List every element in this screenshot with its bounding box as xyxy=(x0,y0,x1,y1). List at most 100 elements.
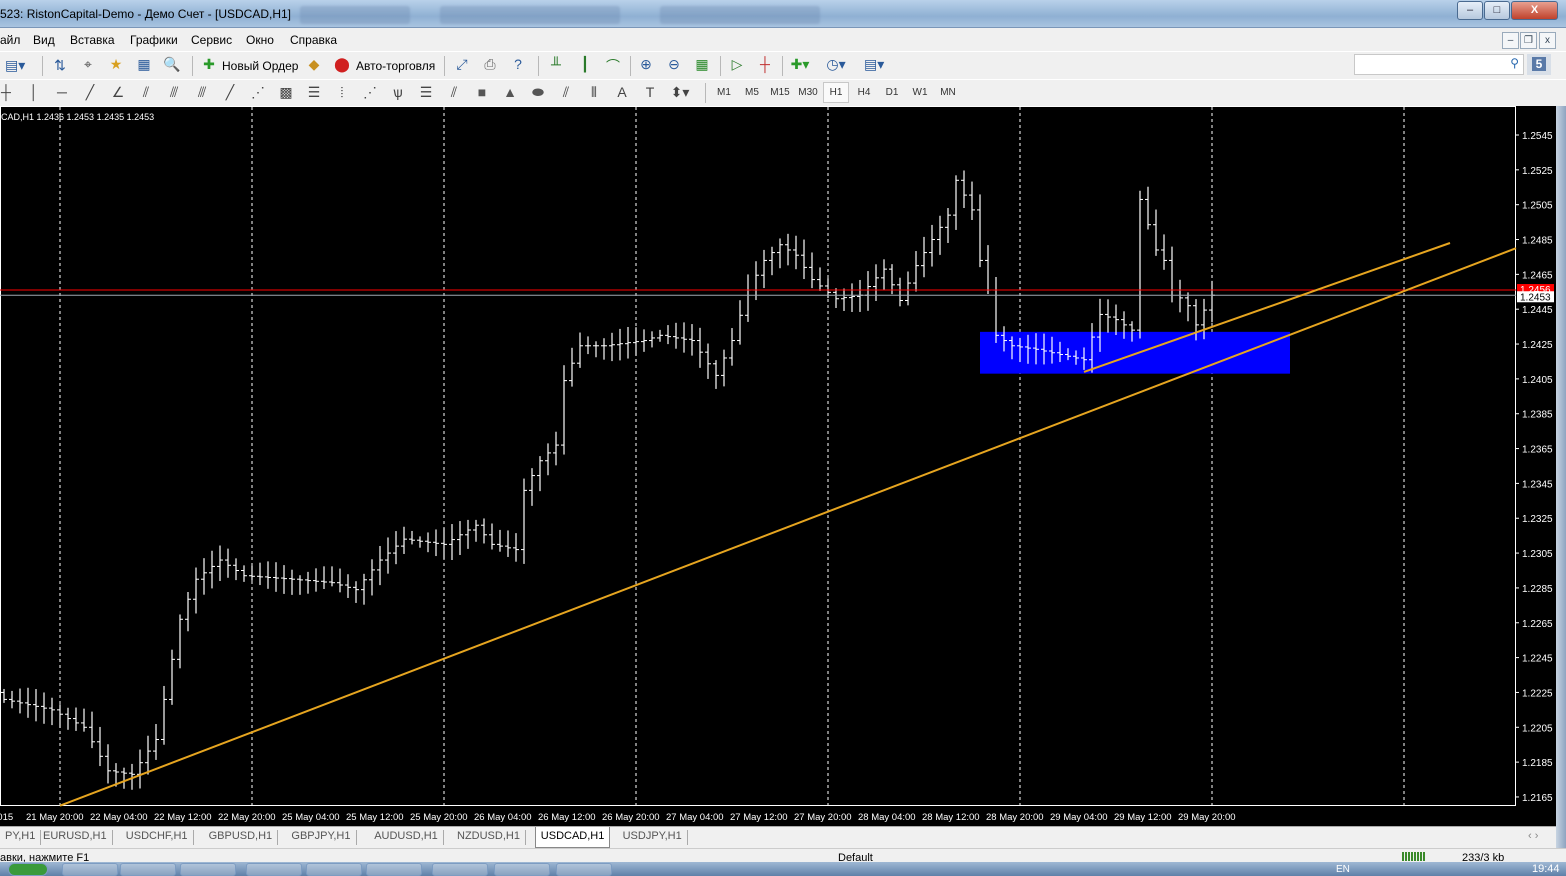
gann-grid-icon[interactable]: ▩ xyxy=(276,84,296,101)
horizontal-line-icon[interactable]: ─ xyxy=(52,84,72,100)
mdi-minimize-button[interactable]: ‒ xyxy=(1502,32,1519,49)
andrews-pitchfork-icon[interactable]: ⫽ xyxy=(556,84,576,101)
taskbar-app[interactable] xyxy=(494,863,550,876)
tile-windows-icon[interactable]: ▦ xyxy=(692,56,712,73)
search-icon[interactable]: ⚲ xyxy=(1510,56,1519,70)
zoom-out-icon[interactable]: ⊖ xyxy=(664,56,684,73)
mdi-close-button[interactable]: x xyxy=(1539,32,1556,49)
chart-tab[interactable]: PY,H1 xyxy=(0,830,42,845)
chart-tab[interactable]: AUDUSD,H1 xyxy=(369,830,444,845)
fibo-channel-icon[interactable]: ☰ xyxy=(416,84,436,101)
chart-tab[interactable]: USDJPY,H1 xyxy=(618,830,688,845)
taskbar-app-acrobat[interactable] xyxy=(366,863,422,876)
auto-scroll-icon[interactable]: ▷ xyxy=(727,56,747,73)
gann-fan-icon[interactable]: ⋰ xyxy=(248,84,268,101)
vertical-scrollbar[interactable] xyxy=(1556,106,1566,848)
fibo-retracement-icon[interactable]: ☰ xyxy=(304,84,324,101)
auto-trading-icon[interactable]: ⬤ xyxy=(332,56,352,73)
timeframe-m5[interactable]: M5 xyxy=(739,86,765,99)
maximize-button[interactable]: □ xyxy=(1484,1,1510,20)
arrows-icon[interactable]: ⬍▾ xyxy=(670,84,690,101)
price-chart[interactable]: 1.2545 1.2525 1.2505 1.2485 1.2465 1.2445 1.24… xyxy=(0,106,1556,826)
fibo-expansion-icon[interactable]: ⫽ xyxy=(444,84,464,101)
fibo-timezones-icon[interactable]: ⦙ xyxy=(332,84,352,101)
terminal-icon[interactable]: ▦ xyxy=(134,56,154,73)
community-badge[interactable]: 5 xyxy=(1527,54,1551,75)
new-order-button[interactable]: Новый Ордер xyxy=(222,59,298,73)
favorites-icon[interactable]: ★ xyxy=(106,56,126,73)
search-input[interactable]: ⚲ xyxy=(1354,54,1524,75)
timeframe-m30[interactable]: M30 xyxy=(795,86,821,99)
menu-help[interactable]: Справка xyxy=(290,33,337,47)
taskbar-app[interactable] xyxy=(306,863,362,876)
crosshair-navigator-icon[interactable]: ⌖ xyxy=(78,56,98,73)
chart-tab[interactable]: USDCHF,H1 xyxy=(121,830,194,845)
timeframe-m1[interactable]: M1 xyxy=(711,86,737,99)
line-chart-icon[interactable]: ⌒ xyxy=(603,56,623,76)
new-order-icon[interactable]: ✚ xyxy=(199,56,219,73)
clock[interactable]: 19:44 xyxy=(1532,863,1560,875)
minimize-button[interactable]: ‒ xyxy=(1457,1,1483,20)
help-icon[interactable]: ? xyxy=(508,56,528,72)
triangle-icon[interactable]: ▲ xyxy=(500,84,520,100)
ellipse-icon[interactable]: ⬬ xyxy=(528,84,548,101)
fullscreen-icon[interactable]: ⤢ xyxy=(452,56,472,73)
fibo-arcs-icon[interactable]: ѱ xyxy=(388,84,408,100)
trend-angle-icon[interactable]: ∠ xyxy=(108,84,128,101)
start-button[interactable] xyxy=(8,863,48,876)
mdi-restore-button[interactable]: ❐ xyxy=(1520,32,1537,49)
templates-icon[interactable]: ▤▾ xyxy=(864,56,884,73)
chart-shift-icon[interactable]: ┼ xyxy=(755,56,775,72)
timeframe-h4[interactable]: H4 xyxy=(851,86,877,99)
menu-insert[interactable]: Вставка xyxy=(70,33,115,47)
chart-tab[interactable]: EURUSD,H1 xyxy=(38,830,113,845)
gann-line-icon[interactable]: ╱ xyxy=(220,84,240,101)
new-chart-icon[interactable]: ▤▾ xyxy=(5,57,25,74)
timeframe-m15[interactable]: M15 xyxy=(767,86,793,99)
menu-file[interactable]: айл xyxy=(0,33,20,47)
chart-tab[interactable]: USDCAD,H1 xyxy=(534,827,611,848)
stddev-channel-icon[interactable]: ⫻ xyxy=(192,84,212,101)
trendline-icon[interactable]: ╱ xyxy=(80,84,100,101)
timeframe-w1[interactable]: W1 xyxy=(907,86,933,99)
menu-charts[interactable]: Графики xyxy=(130,33,178,47)
menu-view[interactable]: Вид xyxy=(33,33,55,47)
chart-tab[interactable]: NZDUSD,H1 xyxy=(452,830,526,845)
taskbar-app-metatrader[interactable] xyxy=(556,863,612,876)
menu-tools[interactable]: Сервис xyxy=(191,33,232,47)
close-button[interactable]: X xyxy=(1511,1,1558,20)
timeframe-d1[interactable]: D1 xyxy=(879,86,905,99)
taskbar-app-ie[interactable] xyxy=(62,863,118,876)
indicators-icon[interactable]: ✚▾ xyxy=(790,56,810,73)
chart-tab[interactable]: GBPJPY,H1 xyxy=(286,830,357,845)
menu-window[interactable]: Окно xyxy=(246,33,274,47)
tabs-scroll-arrows[interactable]: ‹ › xyxy=(1528,830,1538,842)
crosshair-icon[interactable]: ┼ xyxy=(0,84,16,100)
auto-trading-button[interactable]: Авто-торговля xyxy=(356,59,435,73)
taskbar-app[interactable] xyxy=(180,863,236,876)
chart-tab[interactable]: GBPUSD,H1 xyxy=(204,830,279,845)
rectangle-icon[interactable]: ■ xyxy=(472,84,492,100)
print-icon[interactable]: ⎙ xyxy=(480,56,500,73)
market-watch-icon[interactable]: ⇅ xyxy=(50,57,70,74)
cycle-lines-icon[interactable]: ⫽ xyxy=(136,84,156,101)
tester-icon[interactable]: 🔍 xyxy=(162,56,182,73)
fibo-fan-icon[interactable]: ⋰ xyxy=(360,84,380,101)
taskbar-app-explorer[interactable] xyxy=(120,863,176,876)
taskbar-app-utorrent[interactable] xyxy=(432,863,488,876)
equidistant-channel-icon[interactable]: ⫻ xyxy=(164,84,184,101)
metaeditor-icon[interactable]: ◆ xyxy=(304,56,324,73)
bar-chart-icon[interactable]: ╨ xyxy=(546,56,566,72)
timeframe-mn[interactable]: MN xyxy=(935,86,961,99)
taskbar-app-firefox[interactable] xyxy=(246,863,302,876)
text-label-icon[interactable]: T xyxy=(640,84,660,100)
text-icon[interactable]: A xyxy=(612,84,632,100)
language-indicator[interactable]: EN xyxy=(1336,864,1350,875)
candlestick-icon[interactable]: ┃ xyxy=(575,56,595,73)
periods-icon[interactable]: ◷▾ xyxy=(826,56,846,73)
zoom-in-icon[interactable]: ⊕ xyxy=(636,56,656,73)
timeframe-h1[interactable]: H1 xyxy=(823,82,849,103)
cycle-lines-icon[interactable]: ⦀ xyxy=(584,84,604,101)
vertical-line-icon[interactable]: │ xyxy=(24,84,44,100)
chart-canvas[interactable]: 1.2545 1.2525 1.2505 1.2485 1.2465 1.2445 1.24… xyxy=(0,106,1556,826)
